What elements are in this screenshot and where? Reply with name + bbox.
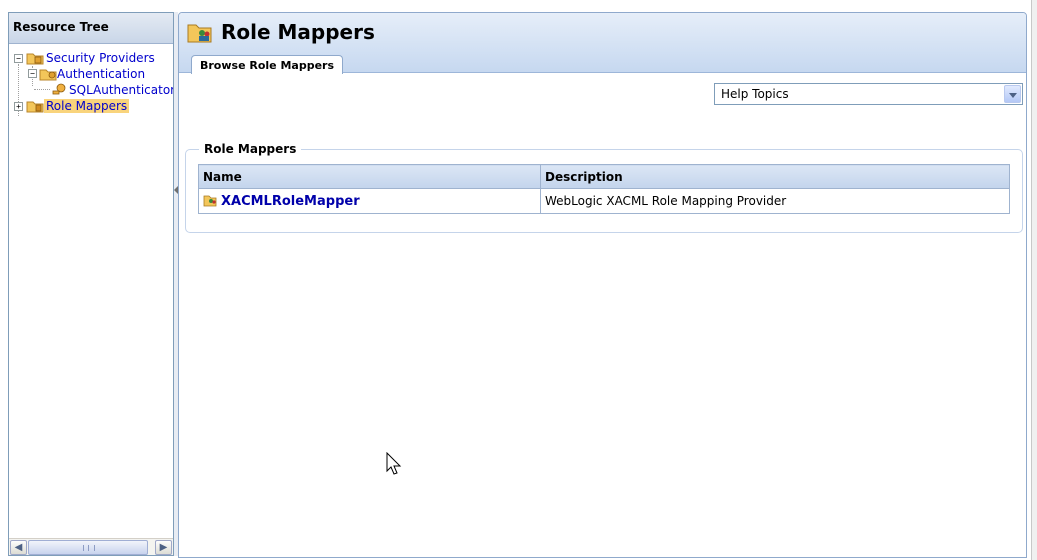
tree-horizontal-scrollbar[interactable]: ◀ ▶ bbox=[9, 538, 173, 555]
folder-icon bbox=[26, 53, 44, 65]
tree-node-authentication[interactable]: − Authentication bbox=[9, 67, 173, 83]
tab-browse-role-mappers[interactable]: Browse Role Mappers bbox=[191, 55, 344, 74]
collapse-expander-icon[interactable]: − bbox=[28, 69, 37, 78]
expand-expander-icon[interactable]: + bbox=[14, 102, 23, 111]
help-topics-selected-value: Help Topics bbox=[721, 87, 789, 101]
table-row: XACMLRoleMapper WebLogic XACML Role Mapp… bbox=[198, 188, 1010, 214]
page-title: Role Mappers bbox=[221, 20, 375, 44]
folder-icon bbox=[26, 101, 44, 113]
column-header-description[interactable]: Description bbox=[540, 164, 1010, 189]
role-mappers-table: Name Description XACMLRoleMapper WebLogi… bbox=[198, 164, 1010, 214]
main-content-panel: Role Mappers Browse Role Mappers Help To… bbox=[178, 12, 1027, 558]
tree-node-role-mappers[interactable]: + Role Mappers bbox=[9, 99, 173, 116]
key-icon bbox=[52, 83, 66, 95]
scrollbar-thumb[interactable] bbox=[28, 540, 148, 555]
resource-tree: − Security Providers − Authentication SQ… bbox=[9, 44, 173, 116]
section-legend: Role Mappers bbox=[199, 142, 302, 156]
scroll-right-arrow-icon[interactable]: ▶ bbox=[155, 540, 172, 555]
folder-icon bbox=[39, 69, 57, 81]
scroll-left-arrow-icon[interactable]: ◀ bbox=[10, 540, 27, 555]
page-header: Role Mappers Browse Role Mappers bbox=[179, 13, 1026, 74]
chevron-down-icon[interactable] bbox=[1004, 85, 1021, 103]
window-right-edge bbox=[1031, 0, 1037, 560]
role-mappers-section: Role Mappers Name Description XACMLRoleM… bbox=[185, 142, 1023, 233]
tree-node-label: Security Providers bbox=[46, 51, 155, 65]
mouse-cursor-icon bbox=[386, 452, 402, 475]
column-header-name[interactable]: Name bbox=[198, 164, 541, 189]
name-cell: XACMLRoleMapper bbox=[198, 188, 541, 214]
role-mapper-link[interactable]: XACMLRoleMapper bbox=[221, 194, 360, 209]
role-mapper-folder-icon bbox=[187, 24, 212, 43]
tree-node-security-providers[interactable]: − Security Providers bbox=[9, 50, 173, 67]
tree-node-label: SQLAuthenticator bbox=[69, 83, 173, 97]
collapse-expander-icon[interactable]: − bbox=[14, 54, 23, 63]
table-header-row: Name Description bbox=[198, 164, 1010, 189]
resource-tree-panel: Resource Tree − Security Providers − Aut… bbox=[8, 12, 174, 556]
tree-node-sqlauthenticator[interactable]: SQLAuthenticator bbox=[9, 83, 173, 99]
help-topics-select[interactable]: Help Topics bbox=[714, 83, 1023, 105]
resource-tree-title: Resource Tree bbox=[9, 13, 173, 44]
tree-node-label: Role Mappers bbox=[44, 99, 130, 113]
tree-node-label: Authentication bbox=[57, 67, 146, 81]
description-cell: WebLogic XACML Role Mapping Provider bbox=[540, 188, 1010, 214]
role-mapper-icon bbox=[203, 195, 217, 207]
